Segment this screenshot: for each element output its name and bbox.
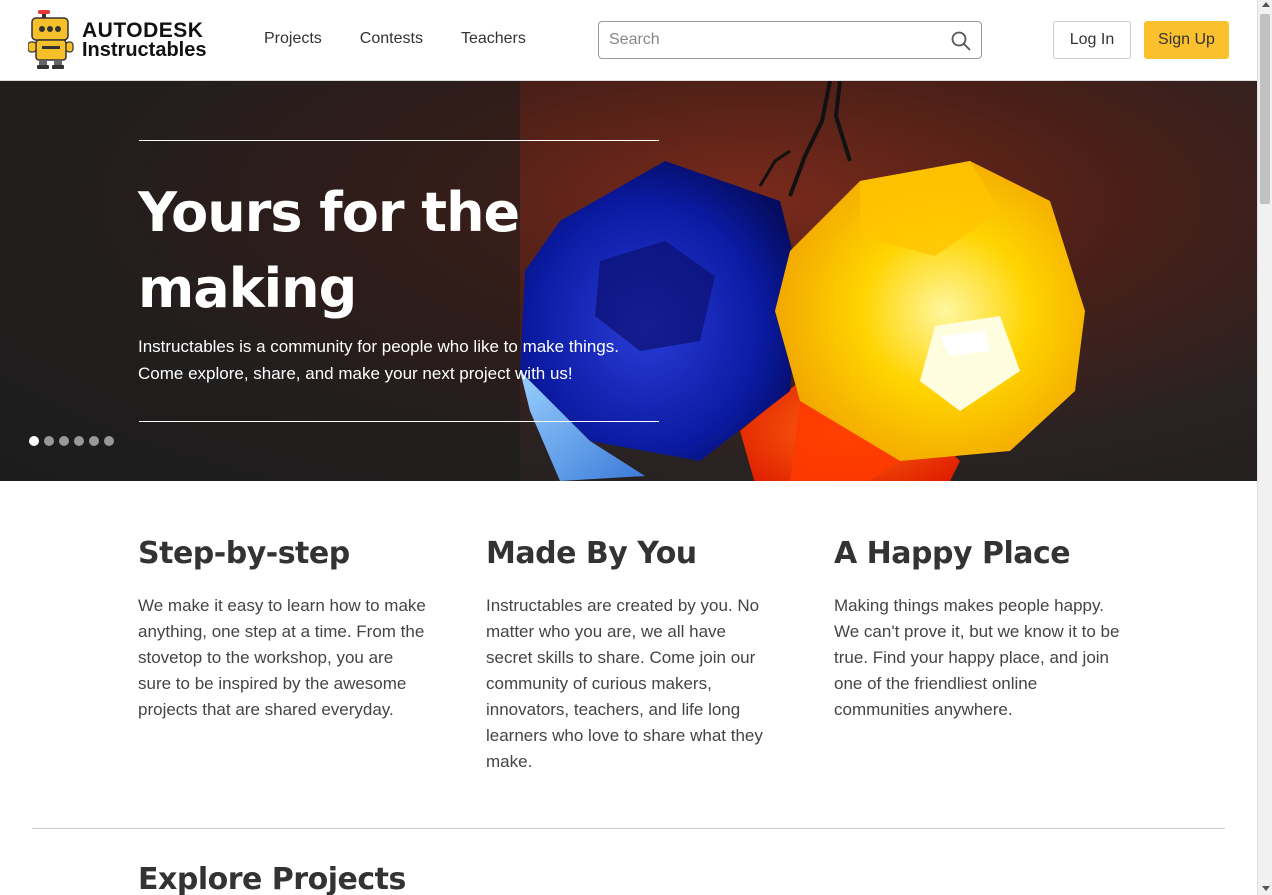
robot-mascot-icon	[28, 10, 74, 69]
carousel-dot-1[interactable]	[29, 436, 39, 446]
feature-step-by-step: Step-by-step We make it easy to learn ho…	[138, 536, 428, 723]
scroll-up-arrow-icon[interactable]	[1262, 2, 1270, 7]
hero-title: Yours for the making	[138, 181, 520, 320]
page-scrollbar[interactable]	[1257, 0, 1272, 895]
hero-subtitle: Instructables is a community for people …	[138, 337, 619, 383]
explore-projects-heading: Explore Projects	[138, 862, 406, 895]
logo-product-text: Instructables	[82, 39, 207, 61]
search-input[interactable]	[609, 22, 939, 58]
nav-contests[interactable]: Contests	[360, 30, 423, 48]
hero-top-rule	[139, 140, 659, 141]
feature-title: A Happy Place	[834, 536, 1071, 571]
carousel-dots	[29, 436, 114, 446]
hero-bottom-rule	[139, 421, 659, 422]
carousel-dot-5[interactable]	[89, 436, 99, 446]
feature-text: Instructables are created by you. No mat…	[486, 596, 763, 771]
nav-teachers[interactable]: Teachers	[461, 30, 526, 48]
feature-made-by-you: Made By You Instructables are created by…	[486, 536, 776, 775]
carousel-dot-3[interactable]	[59, 436, 69, 446]
nav-projects[interactable]: Projects	[264, 30, 322, 48]
carousel-dot-6[interactable]	[104, 436, 114, 446]
login-button[interactable]: Log In	[1053, 21, 1131, 59]
feature-title: Step-by-step	[138, 536, 350, 571]
instructables-logo[interactable]: AUTODESK Instructables	[28, 10, 207, 70]
search-box	[598, 21, 982, 59]
feature-text: Making things makes people happy. We can…	[834, 596, 1120, 719]
feature-text: We make it easy to learn how to make any…	[138, 596, 426, 719]
scroll-down-arrow-icon[interactable]	[1262, 886, 1270, 891]
search-icon[interactable]	[951, 31, 971, 51]
scrollbar-thumb[interactable]	[1260, 14, 1270, 204]
hero-banner: Yours for the making Instructables is a …	[0, 81, 1257, 481]
section-divider	[32, 828, 1225, 829]
feature-happy-place: A Happy Place Making things makes people…	[834, 536, 1124, 723]
feature-title: Made By You	[486, 536, 697, 571]
carousel-dot-4[interactable]	[74, 436, 84, 446]
signup-button[interactable]: Sign Up	[1144, 21, 1229, 59]
site-header: AUTODESK Instructables Projects Contests…	[0, 0, 1257, 81]
main-nav: Projects Contests Teachers	[264, 30, 564, 48]
carousel-dot-2[interactable]	[44, 436, 54, 446]
